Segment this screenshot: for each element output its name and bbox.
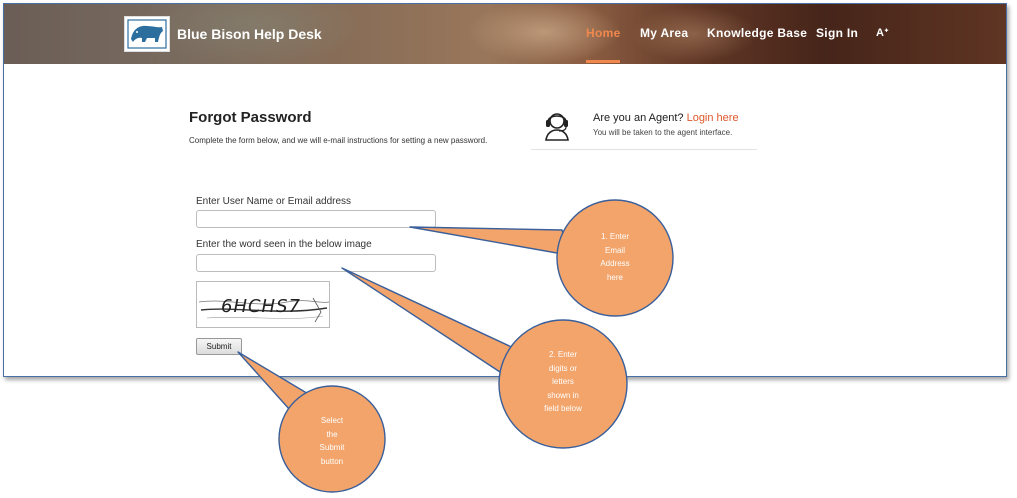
callout-captcha-text: 2. Enter digits or letters shown in fiel… xyxy=(544,350,582,413)
nav-home[interactable]: Home xyxy=(586,26,621,40)
callout-email-text: 1. Enter Email Address here xyxy=(600,232,630,282)
nav-sign-in[interactable]: Sign In xyxy=(816,26,858,40)
nav-knowledge-base[interactable]: Knowledge Base xyxy=(707,26,807,40)
bison-logo[interactable] xyxy=(124,16,170,52)
callout-submit-text: Select the Submit button xyxy=(319,416,345,466)
annotation-overlay xyxy=(237,199,674,493)
nav-my-area[interactable]: My Area xyxy=(640,26,688,40)
font-size-icon[interactable]: Aᐩ xyxy=(876,26,889,39)
brand-name[interactable]: Blue Bison Help Desk xyxy=(177,26,322,42)
nav-active-indicator xyxy=(586,60,620,63)
